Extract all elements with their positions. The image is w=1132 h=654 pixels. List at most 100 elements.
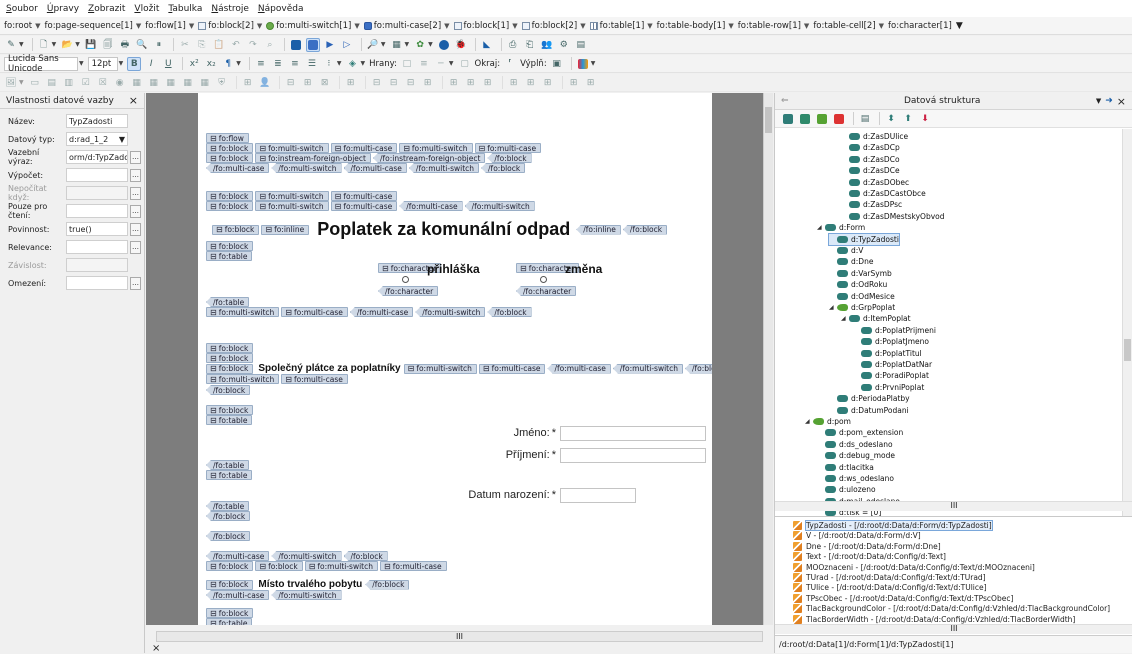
fo-open-tag[interactable]: fo:multi-case xyxy=(281,307,348,317)
underline-icon[interactable]: U xyxy=(161,57,175,71)
dropdown-arrow-icon[interactable]: ▼ xyxy=(119,60,124,67)
fo-open-tag[interactable]: fo:table xyxy=(206,415,253,425)
text-input[interactable] xyxy=(560,448,706,463)
fo-close-tag[interactable]: /fo:character xyxy=(378,286,439,296)
find-icon[interactable]: ⌕ xyxy=(263,38,277,52)
chevron-down-icon[interactable]: ▼ xyxy=(354,22,359,30)
breadcrumb-item[interactable]: fo:block[1] ▼ xyxy=(453,21,518,31)
tree-node[interactable]: d:ZasDPsc xyxy=(841,199,902,210)
fo-open-tag[interactable]: fo:block xyxy=(206,608,254,618)
tree-node[interactable]: d:debug_mode xyxy=(817,450,895,461)
border-line-icon[interactable]: ─ xyxy=(434,57,448,71)
radio-icon[interactable]: ◉ xyxy=(113,76,127,90)
tree-node[interactable]: d:TypZadosti xyxy=(828,232,900,246)
property-value-field[interactable] xyxy=(66,276,128,290)
col-insert-icon[interactable]: ⊞ xyxy=(421,76,435,90)
chevron-down-icon[interactable]: ▼ xyxy=(1096,97,1101,105)
fo-close-tag[interactable]: /fo:multi-switch xyxy=(464,201,535,211)
fo-open-tag[interactable]: fo:block xyxy=(206,405,254,415)
tree-node[interactable]: d:PoradiPoplat xyxy=(853,370,929,381)
report-icon[interactable]: ▤ xyxy=(574,38,588,52)
paste-icon[interactable]: 📋 xyxy=(212,38,226,52)
fo-open-tag[interactable]: fo:flow xyxy=(206,133,249,143)
chart-icon[interactable]: ◣ xyxy=(480,38,494,52)
step-icon[interactable]: ▷ xyxy=(340,38,354,52)
fo-close-tag[interactable]: /fo:table xyxy=(206,297,250,307)
fo-close-tag[interactable]: /fo:multi-case xyxy=(399,201,463,211)
fo-close-tag[interactable]: /fo:multi-case xyxy=(206,163,270,173)
align-center-icon[interactable]: ≣ xyxy=(271,57,285,71)
form-page[interactable]: fo:flowfo:blockfo:multi-switchfo:multi-c… xyxy=(198,93,712,625)
breadcrumb-item[interactable]: fo:block[2] ▼ xyxy=(198,21,262,31)
fo-close-tag[interactable]: /fo:character xyxy=(516,286,577,296)
fo-open-tag[interactable]: fo:multi-switch xyxy=(255,201,329,211)
breadcrumb-item[interactable]: fo:table[1] ▼ xyxy=(589,21,653,31)
copy-icon[interactable]: ⎘ xyxy=(195,38,209,52)
fo-open-tag[interactable]: fo:table xyxy=(206,470,253,480)
menu-item[interactable]: Soubor xyxy=(6,4,38,14)
fo-close-tag[interactable]: /fo:multi-switch xyxy=(271,551,342,561)
browse-button[interactable]: … xyxy=(130,168,141,182)
tree-node[interactable]: d:ZasDUlice xyxy=(841,131,908,142)
dropdown-arrow-icon[interactable]: ▼ xyxy=(52,41,57,48)
fo-open-tag[interactable]: fo:multi-switch xyxy=(399,143,473,153)
radio-button[interactable] xyxy=(402,276,409,283)
fo-open-tag[interactable]: fo:multi-switch xyxy=(304,561,378,571)
font-family-select[interactable]: Lucida Sans Unicode xyxy=(4,54,78,74)
tree-node[interactable]: d:PrvniPoplat xyxy=(853,382,924,393)
shield-icon[interactable]: ⛨ xyxy=(215,76,229,90)
breadcrumb-item[interactable]: fo:block[2] ▼ xyxy=(521,21,586,31)
binding-item[interactable]: TUrad - [/d:root/d:Data/d:Config/d:Text/… xyxy=(793,572,986,583)
properties-icon[interactable]: ▤ xyxy=(858,112,872,126)
table-col-icon[interactable]: ⊞ xyxy=(301,76,315,90)
tree-horizontal-scrollbar[interactable]: III xyxy=(775,501,1132,511)
menu-item[interactable]: Tabulka xyxy=(168,4,202,14)
browse-button[interactable]: … xyxy=(130,186,141,200)
chevron-down-icon[interactable]: ▼ xyxy=(512,22,517,30)
tree-vertical-scrollbar[interactable] xyxy=(1122,129,1132,535)
font-size-select[interactable]: 12pt xyxy=(87,56,118,71)
add-attribute-icon[interactable] xyxy=(798,112,812,126)
pin-arrow-icon[interactable]: ➜ xyxy=(1105,96,1113,106)
fo-close-tag[interactable]: /fo:multi-case xyxy=(547,363,611,374)
binding-item[interactable]: TlacBorderWidth - [/d:root/d:Data/d:Conf… xyxy=(793,614,1075,624)
text-input[interactable] xyxy=(560,488,636,503)
browse-button[interactable]: … xyxy=(130,240,141,254)
tree-node[interactable]: d:ZasDCe xyxy=(841,165,900,176)
frame-icon[interactable]: ⸢ xyxy=(503,57,517,71)
breadcrumb-item[interactable]: fo:multi-switch[1] ▼ xyxy=(266,21,360,31)
fo-open-tag[interactable]: fo:block xyxy=(206,343,254,353)
browse-button[interactable]: … xyxy=(130,222,141,236)
fo-close-tag[interactable]: /fo:multi-case xyxy=(343,163,407,173)
tree-node[interactable]: d:tlacitka xyxy=(817,462,874,473)
field-icon[interactable]: ▭ xyxy=(28,76,42,90)
print-icon[interactable]: 🖶 xyxy=(118,38,132,52)
grid-5-icon[interactable]: ▦ xyxy=(198,76,212,90)
cell-split-icon[interactable]: ⊞ xyxy=(447,76,461,90)
property-value-field[interactable]: true() xyxy=(66,222,128,236)
property-value-field[interactable] xyxy=(66,168,128,182)
sort-icon[interactable]: ⬍ xyxy=(884,112,898,126)
align-left-icon[interactable]: ≡ xyxy=(254,57,268,71)
binding-item[interactable]: MOOznaceni - [/d:root/d:Data/d:Config/d:… xyxy=(793,562,1035,573)
menu-item[interactable]: Vložit xyxy=(134,4,159,14)
tree-node[interactable]: d:V xyxy=(829,245,863,256)
breadcrumb-item[interactable]: fo:table-cell[2] ▼ xyxy=(813,21,884,31)
tree-node[interactable]: d:ZasDCo xyxy=(841,154,900,165)
fo-open-tag[interactable]: fo:multi-case xyxy=(474,143,542,153)
dropdown-arrow-icon[interactable]: ▼ xyxy=(19,79,24,86)
user-table-icon[interactable]: 👤 xyxy=(258,76,272,90)
play-icon[interactable]: ▶ xyxy=(323,38,337,52)
browse-button[interactable]: … xyxy=(130,150,141,164)
save-icon[interactable]: 💾 xyxy=(84,38,98,52)
data-view-icon[interactable] xyxy=(305,37,320,52)
row-above-icon[interactable]: ⊟ xyxy=(370,76,384,90)
fo-open-tag[interactable]: fo:multi-case xyxy=(330,143,398,153)
design-mode-icon[interactable]: ✎ xyxy=(4,38,18,52)
chevron-down-icon[interactable]: ▼ xyxy=(580,22,585,30)
list-icon[interactable]: ⁝ xyxy=(322,57,336,71)
border-round-icon[interactable]: ▢ xyxy=(458,57,472,71)
binding-item[interactable]: TypZadosti - [/d:root/d:Data/d:Form/d:Ty… xyxy=(793,520,993,531)
fo-open-tag[interactable]: fo:multi-switch xyxy=(206,307,280,317)
browse-button[interactable]: … xyxy=(130,204,141,218)
